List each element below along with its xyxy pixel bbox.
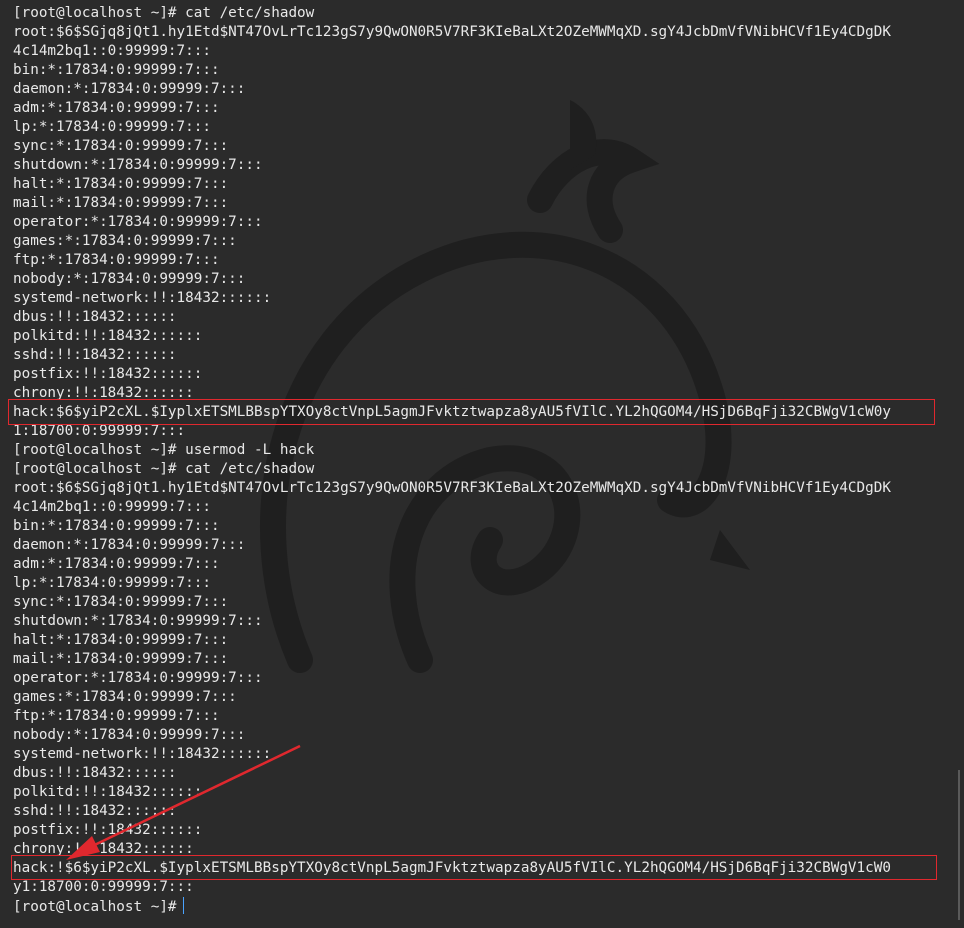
terminal-line: adm:*:17834:0:99999:7::: xyxy=(13,556,220,572)
terminal-output[interactable]: [root@localhost ~]# cat /etc/shadow root:… xyxy=(13,4,891,916)
terminal-line: y1:18700:0:99999:7::: xyxy=(13,879,194,895)
terminal-line: ftp:*:17834:0:99999:7::: xyxy=(13,252,220,268)
terminal-line: sync:*:17834:0:99999:7::: xyxy=(13,138,229,154)
terminal-line: root:$6$SGjq8jQt1.hy1Etd$NT47OvLrTc123gS… xyxy=(13,24,891,40)
terminal-line: chrony:!!:18432:::::: xyxy=(13,385,194,401)
terminal-line: operator:*:17834:0:99999:7::: xyxy=(13,670,263,686)
terminal-line: halt:*:17834:0:99999:7::: xyxy=(13,632,229,648)
terminal-line: lp:*:17834:0:99999:7::: xyxy=(13,575,211,591)
terminal-line: shutdown:*:17834:0:99999:7::: xyxy=(13,613,263,629)
terminal-window[interactable]: [root@localhost ~]# cat /etc/shadow root:… xyxy=(0,0,964,928)
terminal-line: hack:$6$yiP2cXL.$IyplxETSMLBBspYTXOy8ctV… xyxy=(13,404,891,420)
terminal-line: polkitd:!!:18432:::::: xyxy=(13,328,203,344)
terminal-line: nobody:*:17834:0:99999:7::: xyxy=(13,727,246,743)
terminal-line: chrony:!!:18432:::::: xyxy=(13,841,194,857)
terminal-line: dbus:!!:18432:::::: xyxy=(13,309,177,325)
terminal-line: systemd-network:!!:18432:::::: xyxy=(13,290,272,306)
terminal-line: systemd-network:!!:18432:::::: xyxy=(13,746,272,762)
terminal-line: nobody:*:17834:0:99999:7::: xyxy=(13,271,246,287)
terminal-line: [root@localhost ~]# cat /etc/shadow xyxy=(13,461,315,477)
terminal-line: sshd:!!:18432:::::: xyxy=(13,347,177,363)
text-cursor xyxy=(182,897,184,914)
terminal-line: 4c14m2bq1::0:99999:7::: xyxy=(13,43,211,59)
terminal-line: adm:*:17834:0:99999:7::: xyxy=(13,100,220,116)
terminal-line: daemon:*:17834:0:99999:7::: xyxy=(13,81,246,97)
terminal-line: postfix:!!:18432:::::: xyxy=(13,822,203,838)
terminal-line: daemon:*:17834:0:99999:7::: xyxy=(13,537,246,553)
terminal-line: mail:*:17834:0:99999:7::: xyxy=(13,195,229,211)
terminal-line: hack:!$6$yiP2cXL.$IyplxETSMLBBspYTXOy8ct… xyxy=(13,860,891,876)
terminal-line: [root@localhost ~]# usermod -L hack xyxy=(13,442,315,458)
terminal-line: mail:*:17834:0:99999:7::: xyxy=(13,651,229,667)
terminal-line: shutdown:*:17834:0:99999:7::: xyxy=(13,157,263,173)
terminal-line: games:*:17834:0:99999:7::: xyxy=(13,233,237,249)
terminal-line: 4c14m2bq1::0:99999:7::: xyxy=(13,499,211,515)
terminal-line: [root@localhost ~]# xyxy=(13,897,891,916)
terminal-line: operator:*:17834:0:99999:7::: xyxy=(13,214,263,230)
terminal-line: sshd:!!:18432:::::: xyxy=(13,803,177,819)
terminal-line: lp:*:17834:0:99999:7::: xyxy=(13,119,211,135)
terminal-line: sync:*:17834:0:99999:7::: xyxy=(13,594,229,610)
terminal-line: postfix:!!:18432:::::: xyxy=(13,366,203,382)
terminal-line: polkitd:!!:18432:::::: xyxy=(13,784,203,800)
terminal-line: bin:*:17834:0:99999:7::: xyxy=(13,62,220,78)
scrollbar[interactable] xyxy=(958,770,960,920)
terminal-line: bin:*:17834:0:99999:7::: xyxy=(13,518,220,534)
terminal-line: root:$6$SGjq8jQt1.hy1Etd$NT47OvLrTc123gS… xyxy=(13,480,891,496)
terminal-line: ftp:*:17834:0:99999:7::: xyxy=(13,708,220,724)
terminal-line: [root@localhost ~]# cat /etc/shadow xyxy=(13,5,315,21)
terminal-line: 1:18700:0:99999:7::: xyxy=(13,423,186,439)
terminal-line: dbus:!!:18432:::::: xyxy=(13,765,177,781)
terminal-line: games:*:17834:0:99999:7::: xyxy=(13,689,237,705)
terminal-line: halt:*:17834:0:99999:7::: xyxy=(13,176,229,192)
